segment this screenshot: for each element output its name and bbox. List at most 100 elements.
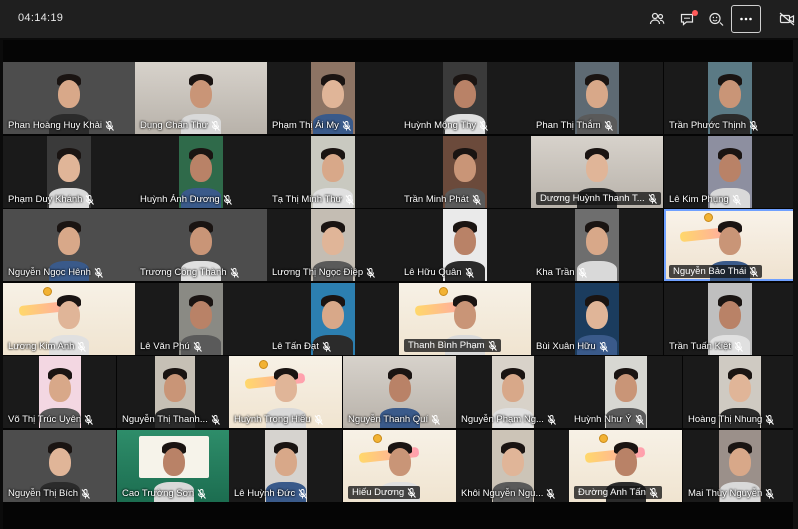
mic-muted-icon: [345, 194, 354, 205]
participant-name-label: Nguyễn Thị Thanh...: [122, 414, 220, 425]
participant-tile[interactable]: Phạm Duy Khánh: [3, 136, 135, 208]
participant-name: Lê Văn Phú: [140, 341, 190, 352]
participant-tile[interactable]: Trần Minh Phát: [399, 136, 531, 208]
participant-name-label: Nguyễn Ngọc Hênh: [8, 267, 103, 278]
participant-name-label: Trương Công Thành: [140, 267, 239, 278]
participant-tile[interactable]: Thanh Bình Phạm: [399, 283, 531, 355]
participant-tile[interactable]: Phan Hoàng Huy Khải: [3, 62, 135, 134]
participant-name: Nguyễn Thị Thanh...: [122, 414, 208, 425]
mic-muted-icon: [765, 488, 775, 499]
person-face: [614, 448, 637, 476]
participant-name: Trần Minh Phát: [404, 194, 469, 205]
mic-muted-icon: [465, 267, 474, 278]
reactions-button[interactable]: [702, 6, 730, 32]
participant-name: Nguyễn Thị Bích: [8, 488, 79, 499]
mic-muted-icon: [407, 487, 417, 498]
participant-tile[interactable]: Lê Huỳnh Đức: [229, 430, 342, 502]
participant-name-label: Khôi Nguyễn Ngu...: [461, 488, 556, 499]
participant-tile[interactable]: Lê Văn Phú: [135, 283, 267, 355]
person-face: [58, 227, 80, 255]
person-face: [274, 374, 297, 402]
person-face: [48, 448, 71, 476]
mic-muted-icon: [472, 194, 481, 205]
participant-tile[interactable]: Huỳnh Trọng Hiếu: [229, 356, 342, 428]
mic-muted-icon: [85, 194, 95, 205]
participant-name-label: Nguyễn Thị Bích: [8, 488, 90, 499]
gallery-scrollbar[interactable]: [793, 40, 798, 529]
participant-tile[interactable]: Bùi Xuân Hữu: [531, 283, 663, 355]
participant-tile[interactable]: Khôi Nguyễn Ngu...: [456, 430, 569, 502]
participant-row: Lương Kim Anh Lê Văn Phú Lê Tấn Đạt Thanh B…: [3, 283, 798, 356]
person-face: [729, 374, 751, 402]
mic-muted-icon: [77, 341, 87, 352]
person-face: [58, 154, 80, 182]
participant-name-label: Võ Thị Trúc Uyên: [8, 414, 94, 425]
participants-button[interactable]: [643, 6, 671, 32]
participant-name: Nguyễn Ngọc Hênh: [8, 267, 91, 278]
mic-muted-icon: [488, 340, 497, 351]
participant-name-label: Phan Hoàng Huy Khải: [8, 120, 114, 131]
participant-name: Phan Thị Thắm: [536, 120, 601, 131]
participant-tile[interactable]: Lương Kim Anh: [3, 283, 135, 355]
participant-tile[interactable]: Huỳnh Như Ý: [569, 356, 682, 428]
participant-name: Võ Thị Trúc Uyên: [8, 414, 82, 425]
participant-tile[interactable]: Trương Công Thành: [135, 209, 267, 281]
participant-tile[interactable]: Tạ Thị Minh Thư: [267, 136, 399, 208]
participant-tile[interactable]: Lê Tấn Đạt: [267, 283, 399, 355]
mic-muted-icon: [84, 414, 94, 425]
participant-name: Cao Trường Sơn: [122, 488, 195, 499]
participant-tile[interactable]: Trần Tuấn Kiệt: [664, 283, 796, 355]
person-face: [190, 154, 212, 182]
participant-name: Mai Thùy Nguyễn: [688, 488, 763, 499]
participant-tile[interactable]: Kha Trần: [531, 209, 663, 281]
participant-name-label: Nguyễn Phạm Ng...: [461, 414, 556, 425]
chat-button[interactable]: [673, 6, 701, 32]
person-face: [388, 448, 411, 476]
participant-tile[interactable]: Phan Thị Thắm: [531, 62, 663, 134]
mic-muted-icon: [197, 488, 207, 499]
participant-name: Lê Huỳnh Đức: [234, 488, 296, 499]
mic-muted-icon: [298, 488, 308, 499]
participant-tile[interactable]: Lương Thị Ngọc Điệp: [267, 209, 399, 281]
camera-button[interactable]: [776, 6, 798, 32]
person-face: [164, 374, 186, 402]
person-face: [162, 448, 185, 476]
camera-off-icon: [779, 12, 795, 26]
participant-tile[interactable]: Nguyễn Thị Thanh...: [117, 356, 230, 428]
participant-tile[interactable]: Phạm Thị Ái My: [267, 62, 399, 134]
participant-tile[interactable]: Nguyễn Phạm Ng...: [456, 356, 569, 428]
participant-tile[interactable]: Mai Thùy Nguyễn: [683, 430, 796, 502]
participant-tile[interactable]: Nguyễn Thanh Quí: [343, 356, 456, 428]
participant-name-label: Hiếu Dương: [348, 486, 421, 499]
participant-name: Khôi Nguyễn Ngu...: [461, 488, 544, 499]
participant-tile[interactable]: Lê Kim Phụng: [664, 136, 796, 208]
participant-tile[interactable]: Dương Huỳnh Thanh T...: [531, 136, 663, 208]
more-options-button[interactable]: [731, 5, 761, 33]
person-face: [586, 154, 608, 182]
mic-muted-icon: [431, 414, 440, 425]
participant-tile[interactable]: Dụng Chấn Thư: [135, 62, 267, 134]
mic-muted-icon: [211, 120, 220, 131]
participant-name: Huỳnh Mộng Thy: [404, 120, 477, 131]
participant-tile[interactable]: Nguyễn Thị Bích: [3, 430, 116, 502]
participant-name-label: Lương Thị Ngọc Điệp: [272, 267, 375, 278]
participant-tile[interactable]: Huỳnh Ánh Dương: [135, 136, 267, 208]
mic-muted-icon: [366, 267, 375, 278]
participant-tile[interactable]: Trần Phước Thịnh: [664, 62, 796, 134]
participant-tile[interactable]: Nguyễn Ngọc Hênh: [3, 209, 135, 281]
participant-tile[interactable]: Hoàng Thị Nhung: [683, 356, 796, 428]
participant-name-label: Huỳnh Như Ý: [574, 414, 644, 425]
participant-tile[interactable]: Hiếu Dương: [343, 430, 456, 502]
participant-name-label: Lê Kim Phụng: [669, 194, 741, 205]
person-face: [58, 80, 80, 108]
participant-tile[interactable]: Nguyễn Bảo Thái: [664, 209, 796, 281]
participant-tile[interactable]: Huỳnh Mộng Thy: [399, 62, 531, 134]
participant-tile[interactable]: Đường Anh Tấn: [569, 430, 682, 502]
participant-tile[interactable]: Cao Trường Sơn: [117, 430, 230, 502]
participant-name-label: Nguyễn Thanh Quí: [348, 414, 440, 425]
participant-name: Huỳnh Ánh Dương: [140, 194, 220, 205]
mic-muted-icon: [635, 414, 644, 425]
participant-name: Trần Phước Thịnh: [669, 120, 747, 131]
participant-tile[interactable]: Võ Thị Trúc Uyên: [3, 356, 116, 428]
participant-tile[interactable]: Lê Hữu Quân: [399, 209, 531, 281]
